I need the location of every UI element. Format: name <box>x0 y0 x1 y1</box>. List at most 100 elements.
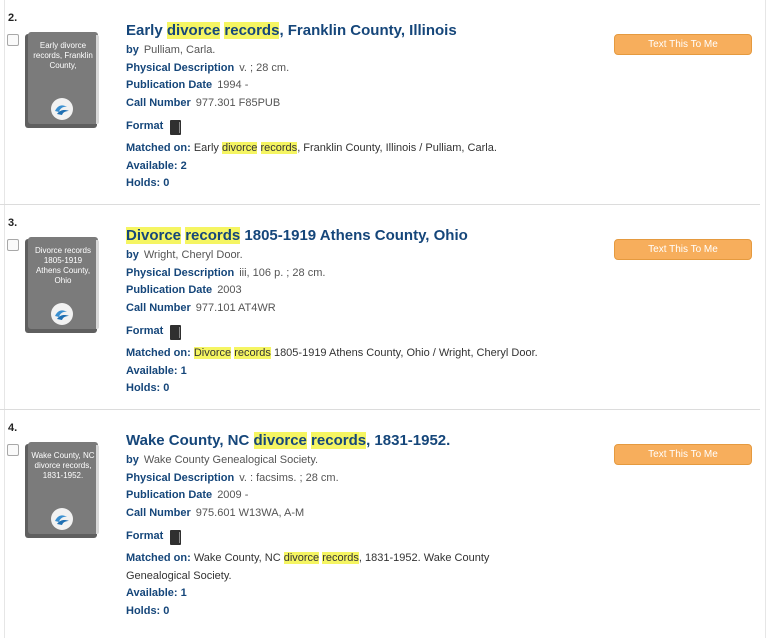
title-text: , 1831-1952. <box>366 432 451 449</box>
result-item: 4. Wake County, NC divorce records, 1831… <box>0 410 760 617</box>
result-item: 3. Divorce records 1805-1919 Athens Coun… <box>0 205 760 410</box>
matched-on-label: Matched on: <box>126 142 191 154</box>
call-number-value: 977.101 AT4WR <box>195 301 276 314</box>
book-cover[interactable]: Early divorce records, Franklin County, <box>25 32 101 128</box>
author-value[interactable]: Wake County Genealogical Society. <box>144 454 318 466</box>
book-icon <box>170 324 182 340</box>
cover-pages <box>96 240 99 329</box>
publication-date-label: Publication Date <box>126 489 213 501</box>
physical-description-label: Physical Description <box>126 61 235 74</box>
matched-on-row: Matched on: Divorce records 1805-1919 At… <box>126 345 606 363</box>
publication-date-row: Publication Date 2003 <box>126 282 606 300</box>
highlight-term: records <box>260 142 298 154</box>
publication-date-value: 1994 - <box>217 79 249 91</box>
result-number: 2. <box>8 12 18 24</box>
publication-date-row: Publication Date 1994 - <box>126 77 606 95</box>
physical-description-row: Physical Description v. : facsims. ; 28 c… <box>126 470 606 488</box>
physical-description-value: iii, 106 p. ; 28 cm. <box>239 266 326 279</box>
highlight-term: records <box>224 22 280 39</box>
author-row: by Wake County Genealogical Society. <box>126 452 606 470</box>
title-text: Early <box>126 22 167 39</box>
format-label: Format <box>126 530 164 543</box>
result-number: 3. <box>8 217 18 229</box>
available-count: Available: 2 <box>126 159 187 172</box>
select-checkbox[interactable] <box>7 34 19 46</box>
format-label: Format <box>126 120 164 133</box>
call-number-label: Call Number <box>126 96 191 109</box>
cover-title: Wake County, NC divorce records, 1831-19… <box>31 451 95 480</box>
highlight-term: records <box>185 227 241 244</box>
highlight-term: records <box>234 347 271 359</box>
book-cover[interactable]: Divorce records 1805-1919 Athens County,… <box>25 237 101 333</box>
matched-on-row: Matched on: Wake County, NC divorce reco… <box>126 550 606 585</box>
matched-on-row: Matched on: Early divorce records, Frank… <box>126 140 606 158</box>
matched-on-label: Matched on: <box>126 347 191 359</box>
wave-logo-icon <box>51 303 73 325</box>
publication-date-row: Publication Date 2009 - <box>126 487 606 505</box>
title-text: 1805-1919 Athens County, Ohio <box>240 227 468 244</box>
physical-description-row: Physical Description v. ; 28 cm. <box>126 60 606 78</box>
publication-date-label: Publication Date <box>126 79 213 91</box>
holds-count: Holds: 0 <box>126 604 170 617</box>
author-label: by <box>126 454 139 466</box>
result-number: 4. <box>8 422 18 434</box>
text-this-to-me-button[interactable]: Text This To Me <box>614 239 752 260</box>
cover-title: Divorce records 1805-1919 Athens County,… <box>34 246 91 285</box>
call-number-label: Call Number <box>126 506 191 519</box>
author-value[interactable]: Wright, Cheryl Door. <box>144 249 243 261</box>
author-row: by Wright, Cheryl Door. <box>126 247 606 265</box>
author-label: by <box>126 44 139 56</box>
select-checkbox[interactable] <box>7 239 19 251</box>
physical-description-row: Physical Description iii, 106 p. ; 28 cm. <box>126 265 606 283</box>
physical-description-value: v. ; 28 cm. <box>239 61 290 74</box>
publication-date-value: 2003 <box>217 284 242 296</box>
call-number-label: Call Number <box>126 301 191 314</box>
wave-logo-icon <box>51 508 73 530</box>
author-row: by Pulliam, Carla. <box>126 42 606 60</box>
format-row: Format <box>126 526 606 548</box>
available-count: Available: 1 <box>126 587 187 599</box>
format-row: Format <box>126 321 606 343</box>
result-title-link[interactable]: Early divorce records, Franklin County, … <box>126 20 606 42</box>
highlight-term: Divorce <box>126 227 182 244</box>
select-checkbox[interactable] <box>7 444 19 456</box>
cover-title: Early divorce records, Franklin County, <box>33 41 93 70</box>
physical-description-label: Physical Description <box>126 471 235 484</box>
call-number-row: Call Number 975.601 W13WA, A-M <box>126 505 606 523</box>
highlight-term: records <box>322 552 359 564</box>
highlight-term: records <box>311 432 367 449</box>
holds-count: Holds: 0 <box>126 177 170 189</box>
cover-pages <box>96 35 99 124</box>
book-icon <box>170 119 182 135</box>
highlight-term: divorce <box>166 22 221 39</box>
title-text: , Franklin County, Illinois <box>279 22 457 39</box>
matched-text: Wake County, NC <box>190 552 284 564</box>
call-number-value: 975.601 W13WA, A-M <box>195 506 305 519</box>
title-text: Wake County, NC <box>126 432 254 449</box>
result-title-link[interactable]: Divorce records 1805-1919 Athens County,… <box>126 225 606 247</box>
holds-count: Holds: 0 <box>126 382 170 394</box>
author-label: by <box>126 249 139 261</box>
text-this-to-me-button[interactable]: Text This To Me <box>614 34 752 55</box>
available-count: Available: 1 <box>126 364 187 377</box>
matched-text: Early <box>190 142 222 154</box>
cover-pages <box>96 445 99 534</box>
call-number-value: 977.301 F85PUB <box>195 96 281 109</box>
physical-description-label: Physical Description <box>126 266 235 279</box>
text-this-to-me-button[interactable]: Text This To Me <box>614 444 752 465</box>
matched-on-label: Matched on: <box>126 552 191 564</box>
matched-text: 1805-1919 Athens County, Ohio / Wright, … <box>270 347 538 359</box>
publication-date-value: 2009 - <box>217 489 249 501</box>
call-number-row: Call Number 977.301 F85PUB <box>126 95 606 113</box>
highlight-term: divorce <box>253 432 307 449</box>
wave-logo-icon <box>51 98 73 120</box>
book-cover[interactable]: Wake County, NC divorce records, 1831-19… <box>25 442 101 538</box>
result-item: 2. Early divorce records, Franklin Count… <box>0 0 760 205</box>
call-number-row: Call Number 977.101 AT4WR <box>126 300 606 318</box>
book-icon <box>170 529 182 545</box>
publication-date-label: Publication Date <box>126 284 213 296</box>
physical-description-value: v. : facsims. ; 28 cm. <box>239 471 339 484</box>
result-title-link[interactable]: Wake County, NC divorce records, 1831-19… <box>126 430 606 452</box>
highlight-term: Divorce <box>193 347 232 359</box>
author-value[interactable]: Pulliam, Carla. <box>144 44 216 56</box>
